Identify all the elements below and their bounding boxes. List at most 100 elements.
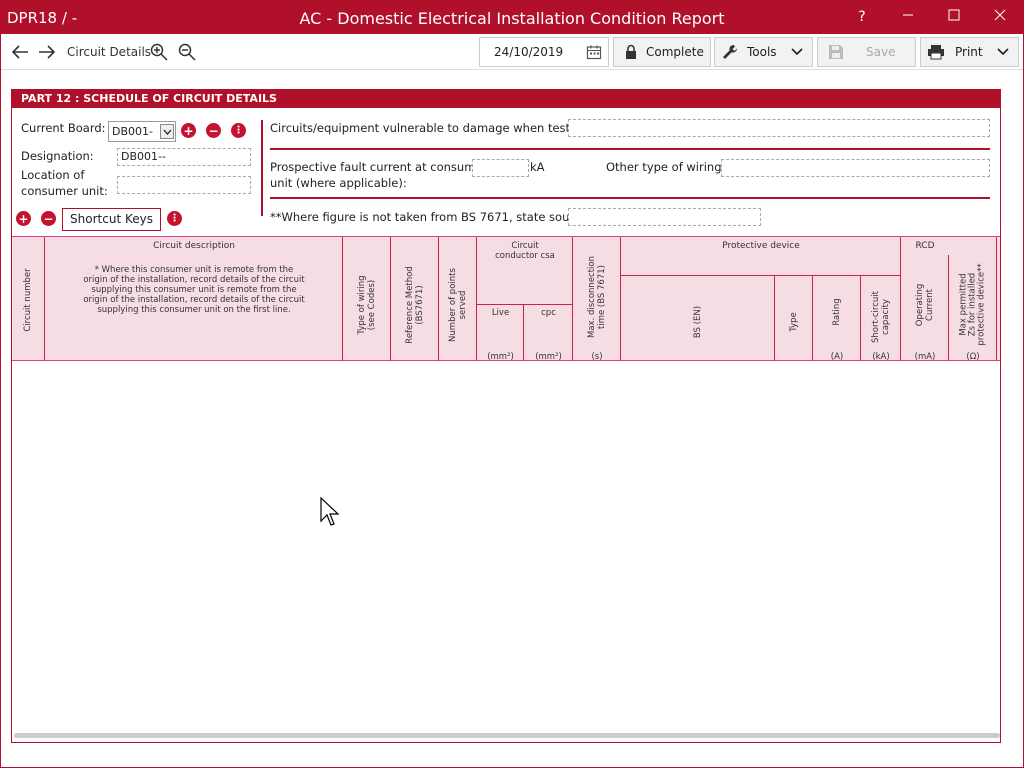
source-field[interactable] <box>568 208 761 226</box>
other-wiring-label: Other type of wiring: <box>606 160 726 174</box>
designation-field[interactable]: DB001-- <box>117 148 251 166</box>
minimize-icon <box>903 14 913 16</box>
toolbar: Circuit Details 24/10/2019 Complete Tool… <box>1 34 1023 70</box>
circuit-number-header: Circuit number <box>23 268 33 332</box>
bs-en-header: BS (EN) <box>693 305 703 339</box>
add-circuit-button[interactable]: + <box>16 211 31 226</box>
save-label: Save <box>866 45 896 59</box>
grid-line <box>477 304 573 305</box>
circuit-description-header: Circuit description <box>153 241 235 251</box>
operating-current-header: Operating Current <box>915 283 935 327</box>
forward-button[interactable] <box>37 42 57 62</box>
type-of-wiring-header: Type of wiring (see Codes) <box>357 275 377 335</box>
chevron-down-icon <box>790 48 803 56</box>
vertical-divider <box>261 120 263 216</box>
source-label: **Where figure is not taken from BS 7671… <box>270 210 592 224</box>
print-dropdown[interactable]: Print <box>920 37 1019 67</box>
grid-line <box>621 275 901 276</box>
date-picker[interactable]: 24/10/2019 <box>479 37 609 67</box>
shortcut-keys-button[interactable]: Shortcut Keys <box>62 208 161 231</box>
remote-note: * Where this consumer unit is remote fro… <box>83 265 305 315</box>
wrench-icon <box>723 44 738 59</box>
disconnection-time-header: Max. disconnection time (BS 7671) <box>587 256 607 338</box>
vulnerable-field[interactable] <box>568 119 990 137</box>
location-label-line1: Location of <box>21 168 85 182</box>
more-vertical-icon: ⋮ <box>169 213 180 224</box>
save-button[interactable]: Save <box>817 37 916 67</box>
date-value: 24/10/2019 <box>494 45 564 59</box>
points-served-header: Number of points served <box>448 268 468 342</box>
maximize-button[interactable] <box>931 1 977 34</box>
short-circuit-unit: (kA) <box>872 352 890 362</box>
max-zs-header: Max permitted Zs for installed protectiv… <box>958 263 987 346</box>
horizontal-scrollbar[interactable] <box>14 733 1000 738</box>
arrow-left-icon <box>11 45 28 59</box>
other-wiring-field[interactable] <box>721 159 990 177</box>
app-window: DPR18 / - AC - Domestic Electrical Insta… <box>0 0 1024 768</box>
chevron-down-icon <box>997 48 1009 56</box>
part-title: PART 12 : SCHEDULE OF CIRCUIT DETAILS <box>12 90 1000 108</box>
zoom-out-button[interactable] <box>177 42 197 62</box>
remove-circuit-button[interactable]: − <box>41 211 56 226</box>
vulnerable-label: Circuits/equipment vulnerable to damage … <box>270 121 592 135</box>
cpc-unit: (mm²) <box>535 352 562 362</box>
minus-icon: − <box>43 211 54 226</box>
operating-current-unit: (mA) <box>914 352 936 362</box>
type-header: Type <box>789 312 799 332</box>
lock-icon <box>626 44 636 59</box>
complete-button[interactable]: Complete <box>613 37 711 67</box>
pfc-unit: kA <box>530 160 545 174</box>
plus-icon: + <box>183 123 194 138</box>
help-button[interactable]: ? <box>839 1 885 34</box>
zoom-in-button[interactable] <box>149 42 169 62</box>
circuit-grid-header: Circuit number Circuit description * Whe… <box>12 236 1000 362</box>
live-unit: (mm²) <box>487 352 514 362</box>
location-field[interactable] <box>117 176 251 194</box>
close-icon <box>994 9 1006 21</box>
protective-device-header: Protective device <box>722 241 800 251</box>
title-bar: DPR18 / - AC - Domestic Electrical Insta… <box>1 1 1023 34</box>
add-board-button[interactable]: + <box>181 123 196 138</box>
arrow-right-icon <box>39 45 56 59</box>
designation-label: Designation: <box>21 149 94 163</box>
pfc-field[interactable] <box>472 159 529 177</box>
divider <box>270 197 990 199</box>
save-icon <box>829 45 843 59</box>
schedule-panel: PART 12 : SCHEDULE OF CIRCUIT DETAILS Cu… <box>11 89 1001 743</box>
current-board-label: Current Board: <box>21 121 106 135</box>
mouse-cursor-icon <box>320 497 340 526</box>
reference-method-header: Reference Method (BS7671) <box>405 266 425 344</box>
rating-header: Rating <box>832 298 842 326</box>
circuit-options-button[interactable]: ⋮ <box>167 211 182 226</box>
maximize-icon <box>948 9 960 21</box>
more-vertical-icon: ⋮ <box>233 125 244 136</box>
plus-icon: + <box>18 211 29 226</box>
remove-board-button[interactable]: − <box>206 123 221 138</box>
calendar-icon[interactable] <box>586 44 602 63</box>
chevron-down-icon[interactable] <box>160 124 174 139</box>
zoom-in-icon <box>150 43 168 61</box>
pfc-label-line2: unit (where applicable): <box>270 176 407 190</box>
minimize-button[interactable] <box>885 1 931 34</box>
max-zs-unit: (Ω) <box>966 352 980 362</box>
current-board-select[interactable]: DB001- <box>108 121 176 142</box>
divider <box>270 148 990 150</box>
complete-label: Complete <box>646 45 704 59</box>
back-button[interactable] <box>10 42 30 62</box>
seconds-unit: (s) <box>591 352 603 362</box>
tools-dropdown[interactable]: Tools <box>714 37 813 67</box>
close-button[interactable] <box>977 1 1023 34</box>
rating-unit: (A) <box>830 352 844 362</box>
tools-label: Tools <box>747 45 777 59</box>
board-options-button[interactable]: ⋮ <box>231 123 246 138</box>
cpc-header: cpc <box>541 308 556 318</box>
current-board-value: DB001- <box>112 125 153 138</box>
pfc-label-line1: Prospective fault current at consumer <box>270 160 488 174</box>
printer-icon <box>928 45 944 60</box>
breadcrumb: Circuit Details <box>67 45 152 59</box>
live-header: Live <box>491 308 510 318</box>
location-label-line2: consumer unit: <box>21 184 108 198</box>
print-label: Print <box>955 45 983 59</box>
rcd-header: RCD <box>915 241 935 251</box>
zoom-out-icon <box>178 43 196 61</box>
